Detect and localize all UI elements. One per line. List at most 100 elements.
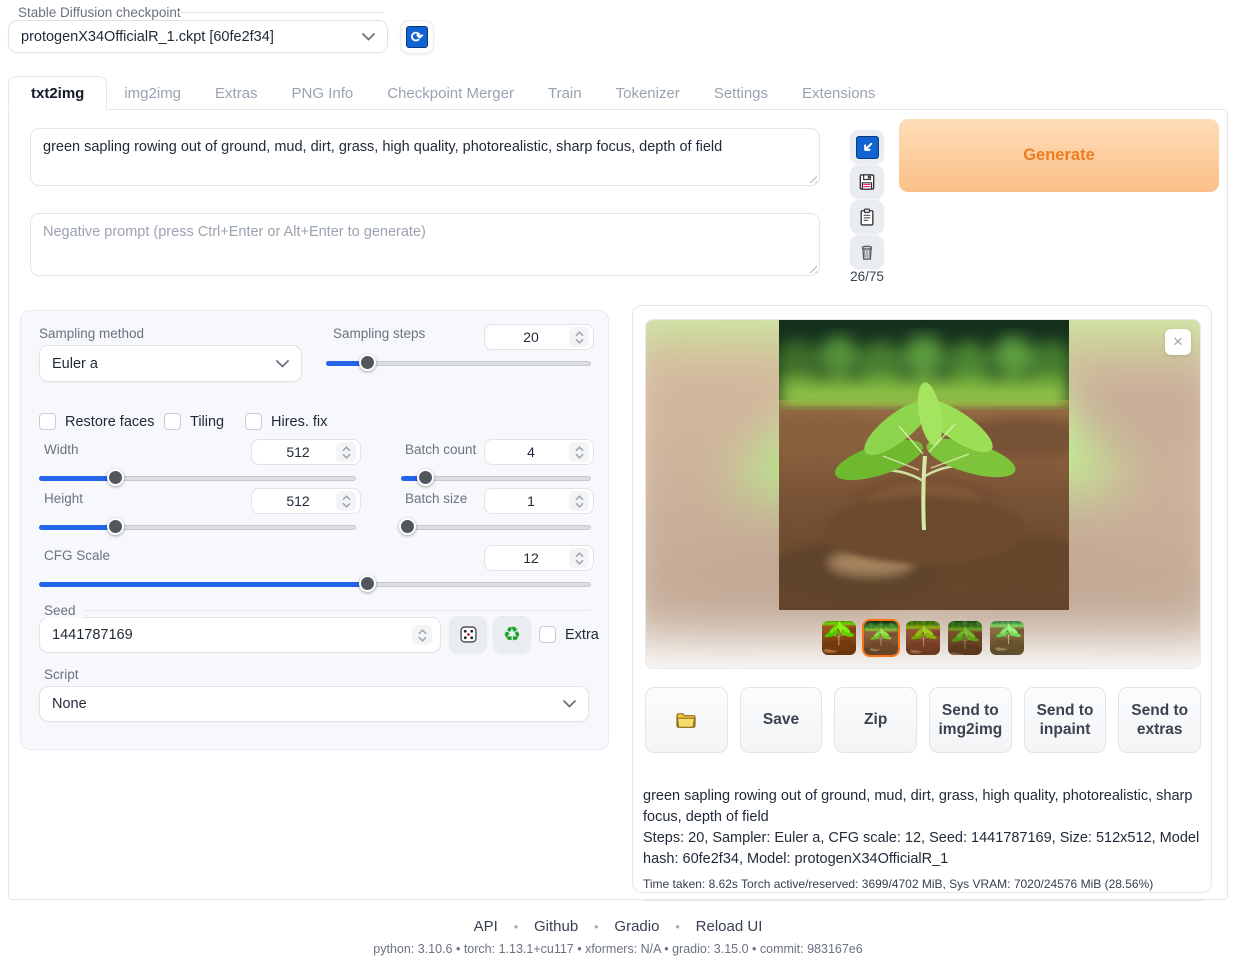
script-select[interactable]: None — [39, 686, 589, 722]
apply-style-button[interactable] — [850, 200, 884, 234]
tab-extensions[interactable]: Extensions — [785, 77, 892, 110]
sampling-method-select[interactable]: Euler a — [39, 345, 302, 382]
send-to-extras-button[interactable]: Send to extras — [1118, 687, 1201, 753]
send-to-inpaint-button[interactable]: Send to inpaint — [1024, 687, 1107, 753]
sd-webui-app: Stable Diffusion checkpoint protogenX34O… — [0, 0, 1236, 966]
open-folder-button[interactable] — [645, 687, 728, 753]
save-style-button[interactable] — [850, 165, 884, 199]
checkbox-box[interactable] — [164, 413, 181, 430]
checkbox-box[interactable] — [245, 413, 262, 430]
sampling-steps-slider[interactable] — [326, 354, 591, 372]
batch-size-spinner[interactable] — [569, 491, 589, 511]
separator-dot: • — [514, 920, 518, 934]
height-slider[interactable] — [39, 518, 356, 536]
zip-button[interactable]: Zip — [834, 687, 917, 753]
tiling-label: Tiling — [190, 414, 224, 430]
main-tabs: txt2img img2img Extras PNG Info Checkpoi… — [8, 76, 892, 110]
reload-ui-link[interactable]: Reload UI — [696, 918, 763, 935]
thumbnail-5[interactable] — [988, 619, 1026, 657]
reuse-seed-button[interactable]: ♻ — [493, 616, 531, 653]
checkbox-box[interactable] — [39, 413, 56, 430]
generated-image[interactable] — [779, 320, 1069, 610]
floppy-disk-icon — [857, 172, 877, 192]
tab-png-info[interactable]: PNG Info — [275, 77, 371, 110]
refresh-icon: ⟳ — [406, 26, 428, 48]
restore-faces-checkbox[interactable]: Restore faces — [39, 413, 154, 430]
folder-icon — [674, 708, 698, 732]
prompt-input[interactable]: green sapling rowing out of ground, mud,… — [30, 128, 820, 186]
gradio-link[interactable]: Gradio — [614, 918, 659, 935]
tab-img2img[interactable]: img2img — [107, 77, 198, 110]
gallery-thumbnails — [646, 619, 1200, 657]
thumbnail-1[interactable] — [820, 619, 858, 657]
checkpoint-label: Stable Diffusion checkpoint — [18, 5, 181, 20]
tiling-checkbox[interactable]: Tiling — [164, 413, 224, 430]
cfg-scale-value: 12 — [493, 550, 569, 566]
height-spinner[interactable] — [336, 491, 356, 511]
tab-checkpoint-merger[interactable]: Checkpoint Merger — [370, 77, 531, 110]
github-link[interactable]: Github — [534, 918, 578, 935]
thumbnail-4[interactable] — [946, 619, 984, 657]
checkbox-box[interactable] — [539, 626, 556, 643]
sampling-method-label: Sampling method — [39, 326, 144, 341]
chevron-down-icon — [362, 33, 375, 41]
generation-info: green sapling rowing out of ground, mud,… — [643, 778, 1203, 901]
api-link[interactable]: API — [474, 918, 498, 935]
seed-input[interactable]: 1441787169 — [39, 617, 441, 653]
paste-params-button[interactable] — [850, 130, 884, 164]
random-seed-button[interactable] — [449, 616, 487, 653]
generate-button[interactable]: Generate — [899, 119, 1219, 192]
save-button[interactable]: Save — [740, 687, 823, 753]
thumbnail-3[interactable] — [904, 619, 942, 657]
hires-fix-checkbox[interactable]: Hires. fix — [245, 413, 327, 430]
batch-count-slider[interactable] — [401, 469, 591, 487]
height-label: Height — [44, 491, 83, 506]
height-value: 512 — [260, 493, 336, 509]
clear-prompt-button[interactable] — [850, 235, 884, 269]
seed-label-line — [83, 610, 591, 611]
hires-fix-label: Hires. fix — [271, 414, 327, 430]
chevron-down-icon — [563, 700, 576, 708]
tab-settings[interactable]: Settings — [697, 77, 785, 110]
negative-prompt-input[interactable] — [30, 213, 820, 276]
info-params-text: Steps: 20, Sampler: Euler a, CFG scale: … — [643, 828, 1203, 870]
batch-size-slider[interactable] — [401, 518, 591, 536]
output-panel: × — [632, 305, 1212, 893]
width-spinner[interactable] — [336, 442, 356, 462]
checkpoint-label-line — [178, 12, 384, 13]
refresh-checkpoint-button[interactable]: ⟳ — [400, 20, 434, 54]
checkpoint-select[interactable]: protogenX34OfficialR_1.ckpt [60fe2f34] — [8, 20, 388, 53]
chevron-down-icon — [276, 360, 289, 368]
batch-count-spinner[interactable] — [569, 442, 589, 462]
tab-train[interactable]: Train — [531, 77, 599, 110]
thumbnail-2-selected[interactable] — [862, 619, 900, 657]
width-slider[interactable] — [39, 469, 356, 487]
cfg-scale-spinner[interactable] — [569, 548, 589, 568]
cfg-scale-slider[interactable] — [39, 575, 591, 593]
sampling-steps-spinner[interactable] — [569, 327, 589, 347]
close-gallery-button[interactable]: × — [1165, 329, 1191, 355]
batch-count-label: Batch count — [405, 442, 476, 457]
token-counter: 26/75 — [846, 269, 888, 284]
footer-links: API • Github • Gradio • Reload UI — [0, 918, 1236, 935]
batch-size-label: Batch size — [405, 491, 467, 506]
cfg-scale-label: CFG Scale — [44, 548, 110, 563]
tab-tokenizer[interactable]: Tokenizer — [599, 77, 697, 110]
seed-extra-checkbox[interactable]: Extra — [539, 626, 599, 643]
sampling-method-value: Euler a — [52, 356, 98, 372]
tab-extras[interactable]: Extras — [198, 77, 275, 110]
cfg-scale-input[interactable]: 12 — [484, 545, 594, 571]
seed-spinner[interactable] — [412, 625, 432, 645]
height-input[interactable]: 512 — [251, 488, 361, 514]
batch-size-input[interactable]: 1 — [484, 488, 594, 514]
batch-count-input[interactable]: 4 — [484, 439, 594, 465]
tab-txt2img[interactable]: txt2img — [8, 76, 107, 111]
seed-label: Seed — [44, 603, 84, 618]
separator-dot: • — [675, 920, 679, 934]
send-to-img2img-button[interactable]: Send to img2img — [929, 687, 1012, 753]
width-value: 512 — [260, 444, 336, 460]
output-actions: Save Zip Send to img2img Send to inpaint… — [645, 687, 1201, 753]
width-input[interactable]: 512 — [251, 439, 361, 465]
sampling-steps-input[interactable]: 20 — [484, 324, 594, 350]
batch-size-value: 1 — [493, 493, 569, 509]
